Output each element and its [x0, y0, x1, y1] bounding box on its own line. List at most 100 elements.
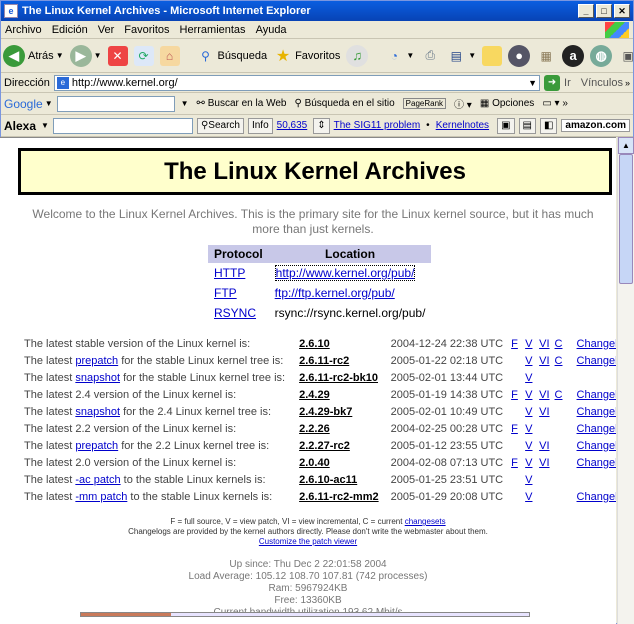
folder-button[interactable]: [482, 45, 503, 66]
full-source-link[interactable]: F: [511, 457, 520, 469]
refresh-button[interactable]: ⟳: [133, 45, 154, 66]
version-link[interactable]: 2.6.11-rc2-mm2: [299, 491, 379, 503]
chevron-down-icon[interactable]: ▼: [528, 78, 539, 88]
search-site-button[interactable]: ⚲ Búsqueda en el sitio: [294, 98, 394, 109]
title-bar[interactable]: e The Linux Kernel Archives - Microsoft …: [1, 1, 633, 21]
media-button[interactable]: ♫: [346, 44, 369, 67]
go-button[interactable]: Ir: [564, 77, 571, 89]
changesets-link[interactable]: changesets: [405, 517, 446, 526]
view-incremental-link[interactable]: VI: [539, 389, 549, 401]
version-link[interactable]: 2.6.10-ac11: [299, 474, 357, 486]
research-button[interactable]: ▦: [536, 46, 556, 66]
version-link[interactable]: 2.4.29-bk7: [299, 406, 352, 418]
version-link[interactable]: 2.4.29: [299, 389, 330, 401]
mail-button[interactable]: ⎙: [420, 46, 440, 66]
changesets-link[interactable]: C: [555, 338, 564, 350]
menu-edicion[interactable]: Edición: [52, 24, 88, 36]
forward-button[interactable]: ▶ ▼: [69, 44, 102, 67]
alexa-logo[interactable]: Alexa: [4, 119, 36, 133]
description-link[interactable]: snapshot: [75, 406, 120, 418]
changesets-link[interactable]: C: [555, 355, 564, 367]
alexa-toolbar-button[interactable]: a: [562, 44, 585, 67]
amazon-button[interactable]: amazon.com: [561, 119, 630, 132]
view-patch-link[interactable]: V: [525, 406, 534, 418]
changelog-link[interactable]: Changelog: [577, 440, 616, 452]
view-incremental-link[interactable]: VI: [539, 338, 549, 350]
changelog-link[interactable]: Changelog: [577, 338, 616, 350]
customize-patch-viewer-link[interactable]: Customize the patch viewer: [259, 537, 357, 546]
protocol-link-rsync[interactable]: RSYNC: [214, 306, 256, 320]
google-logo[interactable]: Google: [4, 97, 43, 111]
view-patch-link[interactable]: V: [525, 423, 534, 435]
view-incremental-link[interactable]: VI: [539, 440, 549, 452]
scroll-thumb[interactable]: [619, 154, 633, 284]
full-source-link[interactable]: F: [511, 389, 520, 401]
chevron-down-icon[interactable]: ▼: [41, 121, 49, 130]
tools-button[interactable]: ▣: [618, 46, 634, 66]
view-patch-link[interactable]: V: [525, 440, 534, 452]
full-source-link[interactable]: F: [511, 423, 520, 435]
menu-ver[interactable]: Ver: [98, 24, 115, 36]
options-button[interactable]: ▦ Opciones: [480, 98, 534, 109]
view-patch-link[interactable]: V: [525, 389, 534, 401]
description-link[interactable]: prepatch: [75, 440, 118, 452]
version-link[interactable]: 2.2.26: [299, 423, 330, 435]
version-link[interactable]: 2.6.10: [299, 338, 330, 350]
menu-herramientas[interactable]: Herramientas: [180, 24, 246, 36]
copy-icon[interactable]: ▣: [497, 117, 515, 134]
full-source-link[interactable]: F: [511, 338, 520, 350]
view-patch-link[interactable]: V: [525, 457, 534, 469]
alexa-related-button[interactable]: ⇕: [313, 117, 330, 134]
go-arrow-icon[interactable]: ➜: [544, 74, 561, 91]
menu-ayuda[interactable]: Ayuda: [256, 24, 287, 36]
alexa-search-button[interactable]: ⚲ Search: [196, 117, 244, 134]
back-button[interactable]: ◀ Atrás ▼: [3, 44, 64, 67]
chevron-down-icon[interactable]: ▼: [181, 99, 189, 108]
version-link[interactable]: 2.6.11-rc2: [299, 355, 349, 367]
maximize-button[interactable]: □: [596, 4, 612, 18]
location-link-http[interactable]: http://www.kernel.org/pub/: [274, 265, 416, 281]
pagerank-indicator[interactable]: PageRank: [402, 98, 447, 109]
minimize-button[interactable]: _: [578, 4, 594, 18]
view-incremental-link[interactable]: VI: [539, 406, 549, 418]
version-link[interactable]: 2.6.11-rc2-bk10: [299, 372, 378, 384]
description-link[interactable]: -ac patch: [75, 474, 120, 486]
description-link[interactable]: -mm patch: [75, 491, 127, 503]
scroll-up-icon[interactable]: ▲: [618, 137, 634, 154]
search-button[interactable]: ⚲ Búsqueda: [196, 46, 267, 66]
location-link-ftp[interactable]: ftp://ftp.kernel.org/pub/: [275, 286, 395, 300]
view-incremental-link[interactable]: VI: [539, 457, 549, 469]
changesets-link[interactable]: C: [555, 389, 564, 401]
edit-button[interactable]: ▤ ▼: [446, 46, 477, 66]
news-link-sig11[interactable]: The SIG11 problem: [334, 120, 421, 131]
stop-button[interactable]: ✕: [107, 45, 128, 66]
home-button[interactable]: ⌂: [159, 45, 180, 66]
address-input[interactable]: e http://www.kernel.org/ ▼: [53, 74, 541, 91]
popup-blocker-icon[interactable]: ▭ ▾ »: [542, 98, 568, 109]
view-patch-link[interactable]: V: [525, 338, 534, 350]
favorites-button[interactable]: ★ Favoritos: [273, 46, 340, 66]
changelog-link[interactable]: Changelog: [577, 389, 616, 401]
protocol-link-http[interactable]: HTTP: [214, 266, 245, 280]
alexa-rank-link[interactable]: 50,635: [277, 120, 308, 131]
search-web-button[interactable]: ⚯ Buscar en la Web: [197, 98, 287, 109]
view-patch-link[interactable]: V: [525, 474, 534, 486]
version-link[interactable]: 2.0.40: [299, 457, 330, 469]
links-button[interactable]: Vínculos: [581, 77, 623, 89]
changelog-link[interactable]: Changelog: [577, 457, 616, 469]
changelog-link[interactable]: Changelog: [577, 423, 616, 435]
chevron-right-icon[interactable]: »: [625, 78, 630, 88]
alexa-info-button[interactable]: Info: [247, 117, 273, 134]
globe-button[interactable]: ◍: [590, 44, 613, 67]
view-patch-link[interactable]: V: [525, 372, 534, 384]
version-link[interactable]: 2.2.27-rc2: [299, 440, 350, 452]
vertical-scrollbar[interactable]: ▲: [617, 137, 634, 624]
protocol-link-ftp[interactable]: FTP: [214, 286, 237, 300]
menu-favoritos[interactable]: Favoritos: [124, 24, 169, 36]
changelog-link[interactable]: Changelog: [577, 491, 616, 503]
close-button[interactable]: ✕: [614, 4, 630, 18]
view-patch-link[interactable]: V: [525, 491, 534, 503]
description-link[interactable]: snapshot: [75, 372, 120, 384]
chevron-down-icon[interactable]: ▼: [45, 99, 53, 108]
messenger-button[interactable]: ●: [508, 44, 531, 67]
